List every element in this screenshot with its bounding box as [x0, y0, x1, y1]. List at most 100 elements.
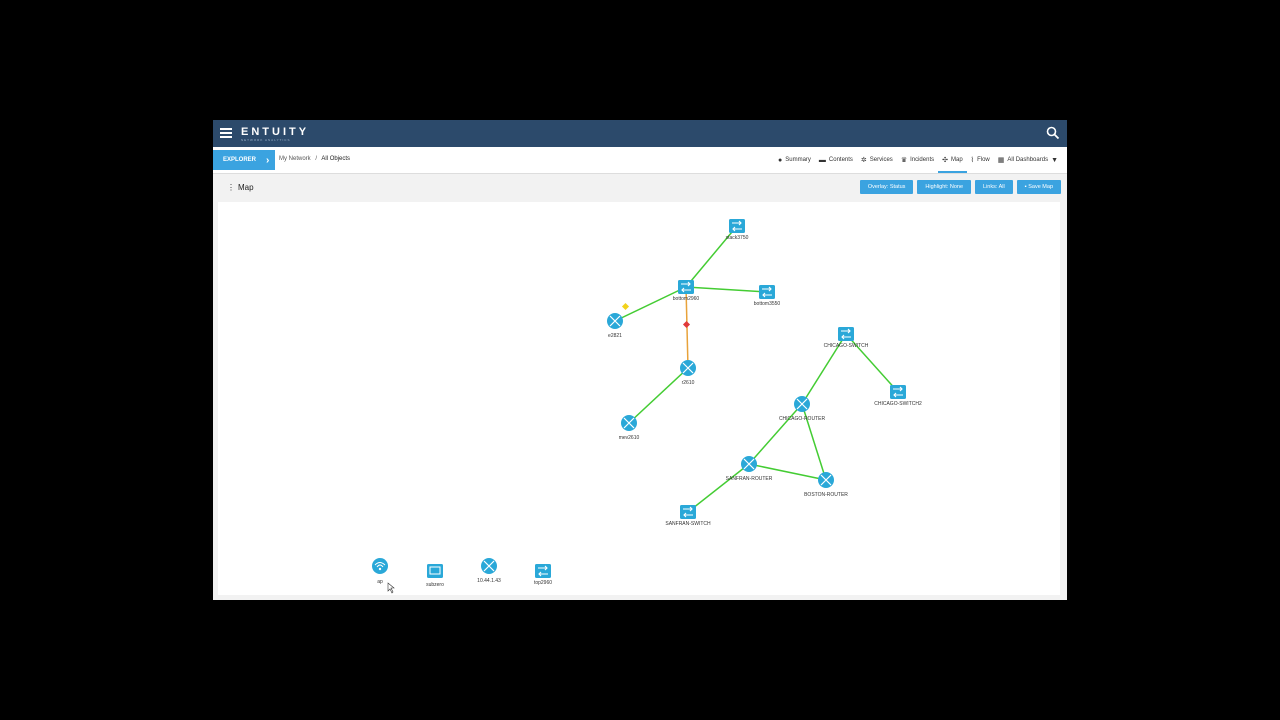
switch-icon [759, 285, 775, 299]
breadcrumb-current: All Objects [321, 156, 351, 162]
node-label: ap [377, 579, 383, 585]
map-node-chicago-switch[interactable]: CHICAGO-SWITCH [824, 327, 869, 349]
save-map-label: Save Map [1028, 184, 1053, 190]
links-button[interactable]: Links: All [975, 180, 1013, 194]
explorer-button[interactable]: EXPLORER › [213, 150, 275, 170]
view-tabs: ● Summary ▬ Contents ✲ Services ♛ Incidents … [770, 147, 1061, 173]
tab-incidents[interactable]: ♛ Incidents [901, 147, 934, 173]
mouse-cursor-icon [387, 582, 395, 594]
critical-alert-icon[interactable] [682, 320, 691, 329]
router-icon [794, 396, 810, 412]
switch-icon [729, 219, 745, 233]
nav-bar: EXPLORER › My Network / All Objects ● Sum… [213, 147, 1067, 174]
node-label: 10.44.1.43 [477, 578, 501, 584]
flow-icon: ⌇ [970, 157, 975, 164]
switch-icon [678, 280, 694, 294]
tab-label: Contents [828, 157, 853, 163]
map-node-stack3750[interactable]: stack3750 [726, 219, 749, 241]
node-label: bottom3550 [754, 301, 781, 307]
map-node-ip-10-44-1-43[interactable]: 10.44.1.43 [477, 558, 501, 584]
explorer-label: EXPLORER [223, 157, 257, 163]
tab-flow[interactable]: ⌇ Flow [971, 147, 990, 173]
map-node-ap[interactable]: ap [372, 558, 388, 585]
node-label: CHICAGO-SWITCH2 [874, 401, 922, 407]
caret-down-icon: ▼ [1051, 156, 1058, 164]
tab-label: Incidents [910, 157, 935, 163]
tab-label: Flow [977, 157, 990, 163]
map-node-e2821[interactable]: e2821 [607, 313, 623, 339]
node-label: r2610 [682, 380, 695, 386]
tab-summary[interactable]: ● Summary [778, 147, 811, 173]
tab-map[interactable]: ✣ Map [938, 147, 967, 173]
top-header: ENTUITY NETWORK ANALYTICS [213, 120, 1067, 147]
app-window: ENTUITY NETWORK ANALYTICS EXPLORER › My … [213, 120, 1067, 600]
tab-all-dashboards[interactable]: ▦ All Dashboards ▼ [998, 147, 1061, 173]
node-label: SANFRAN-ROUTER [726, 476, 773, 482]
map-toolbar: ⋮ Map Overlay: Status Highlight: None Li… [213, 174, 1067, 202]
map-node-sanfran-switch[interactable]: SANFRAN-SWITCH [665, 505, 711, 527]
map-link[interactable] [687, 463, 750, 513]
node-label: subzero [426, 582, 444, 588]
folder-icon: ▬ [818, 156, 826, 164]
map-node-sanfran-router[interactable]: SANFRAN-ROUTER [726, 456, 773, 482]
app-logo-subtitle: NETWORK ANALYTICS [241, 138, 291, 142]
tab-contents[interactable]: ▬ Contents [819, 147, 853, 173]
switch-icon [890, 385, 906, 399]
breadcrumb-root[interactable]: My Network [279, 156, 311, 162]
info-icon: ● [778, 156, 783, 164]
node-label: e2821 [608, 333, 622, 339]
map-link[interactable] [685, 286, 768, 293]
map-node-r2610[interactable]: r2610 [680, 360, 696, 386]
warning-alert-icon[interactable] [621, 302, 630, 311]
overlay-button[interactable]: Overlay: Status [859, 180, 914, 194]
app-logo: ENTUITY [241, 126, 310, 138]
node-label: SANFRAN-SWITCH [665, 521, 711, 527]
router-icon [481, 558, 497, 574]
switch-icon [680, 505, 696, 519]
map-node-chicago-router[interactable]: CHICAGO-ROUTER [779, 396, 826, 422]
wireless-ap-icon [372, 558, 388, 574]
map-link[interactable] [748, 403, 803, 465]
router-icon [621, 415, 637, 431]
server-icon [427, 564, 443, 578]
node-label: top2960 [534, 580, 552, 586]
breadcrumb: My Network / All Objects [279, 156, 350, 162]
hamburger-menu-icon[interactable] [220, 128, 232, 138]
search-icon[interactable] [1046, 126, 1060, 140]
dashboard-icon: ▦ [997, 157, 1005, 164]
highlight-button[interactable]: Highlight: None [917, 180, 972, 194]
tab-label: Services [869, 157, 893, 163]
tab-label: Map [950, 157, 963, 163]
chevron-right-icon: › [266, 154, 270, 166]
map-canvas[interactable]: stack3750 bottom2960 bottom3550 e2821 r2610 m… [218, 202, 1060, 595]
tab-label: Summary [785, 157, 811, 163]
node-label: bottom2960 [673, 296, 700, 302]
router-icon [680, 360, 696, 376]
node-label: CHICAGO-SWITCH [824, 343, 869, 349]
map-node-bottom3550[interactable]: bottom3550 [754, 285, 781, 307]
node-label: CHICAGO-ROUTER [779, 416, 826, 422]
switch-icon [535, 564, 551, 578]
map-node-subzero[interactable]: subzero [426, 564, 444, 588]
map-node-mev2610[interactable]: mev2610 [619, 415, 640, 441]
map-link[interactable] [628, 367, 689, 424]
save-map-button[interactable]: ▪ Save Map [1016, 180, 1061, 194]
node-label: stack3750 [726, 235, 749, 241]
node-label: mev2610 [619, 435, 640, 441]
map-node-boston-router[interactable]: BOSTON-ROUTER [804, 472, 848, 498]
tab-services[interactable]: ✲ Services [861, 147, 893, 173]
map-node-top2960[interactable]: top2960 [534, 564, 552, 586]
network-map[interactable]: stack3750 bottom2960 bottom3550 e2821 r2610 m… [218, 202, 1060, 595]
kebab-menu-icon[interactable]: ⋮ [227, 183, 235, 192]
switch-icon [838, 327, 854, 341]
map-icon: ✣ [942, 157, 948, 164]
router-icon [818, 472, 834, 488]
router-icon [607, 313, 623, 329]
services-icon: ✲ [860, 157, 867, 164]
map-node-chicago-switch2[interactable]: CHICAGO-SWITCH2 [874, 385, 922, 407]
page-title: Map [238, 183, 254, 192]
breadcrumb-separator: / [315, 156, 318, 162]
node-label: BOSTON-ROUTER [804, 492, 848, 498]
router-icon [741, 456, 757, 472]
incident-icon: ♛ [900, 157, 908, 164]
